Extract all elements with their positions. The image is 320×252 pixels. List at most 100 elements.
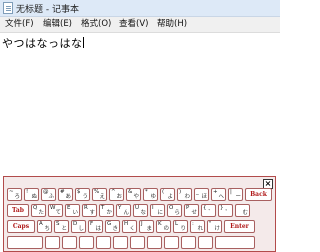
key[interactable] [79,236,94,249]
key-char: R [84,205,88,211]
key-char: K [158,221,162,227]
text-editor[interactable]: やつはなっはな [0,33,280,178]
key-char: U [135,205,140,211]
key[interactable]: " け [207,220,222,233]
key[interactable] [164,236,179,249]
key[interactable]: _ ほ [194,188,209,201]
key[interactable] [96,236,111,249]
key-char: _ [196,189,199,195]
key[interactable]: Fは [88,220,103,233]
key-kana: な [140,210,146,216]
key-char: T [101,205,105,211]
key-label: Back [250,191,267,198]
key[interactable]: Uな [133,204,148,217]
key-back[interactable]: Back [245,188,272,201]
key-caps[interactable]: Caps [7,220,35,233]
key[interactable]: Yん [116,204,131,217]
key-char: ~ [9,189,14,195]
key[interactable]: Oら [167,204,182,217]
key-kana: い [72,210,78,216]
menu-bar: 文件(F) 编辑(E) 格式(O) 查看(V) 帮助(H) [0,17,280,33]
key[interactable]: Jま [139,220,154,233]
key[interactable]: Kの [156,220,171,233]
key[interactable]: Tか [99,204,114,217]
key[interactable]: + へ [211,188,226,201]
key[interactable]: ^ お [109,188,124,201]
key-kana: く [129,226,135,232]
key-kana: あ [65,194,71,200]
key[interactable]: Hく [122,220,137,233]
key[interactable]: :れ [190,220,205,233]
key[interactable]: Gき [105,220,120,233]
key[interactable]: ! ぬ [24,188,39,201]
key[interactable] [130,236,145,249]
key-char: # [60,189,65,195]
key[interactable]: む [235,204,250,217]
key-char: I [152,205,154,211]
key[interactable]: Lり [173,220,188,233]
key[interactable]: ~ ろ [7,188,22,201]
key-tab[interactable]: Tab [7,204,29,217]
key-kana: け [214,226,220,232]
key-char: J [141,221,143,227]
key[interactable]: * ゆ [143,188,158,201]
key[interactable]: Rす [82,204,97,217]
key-kana: お [116,194,122,200]
key-kana: す [89,210,95,216]
key-char: L [175,221,179,227]
key[interactable] [45,236,60,249]
key[interactable] [181,236,196,249]
key-kana: ま [146,226,152,232]
key[interactable]: (よ [160,188,175,201]
menu-format[interactable]: 格式(O) [78,18,114,31]
key-kana: た [38,210,44,216]
key[interactable]: $ う [75,188,90,201]
menu-file[interactable]: 文件(F) [2,18,37,31]
key-label: Tab [12,207,24,214]
key-kana: て [55,210,61,216]
notepad-icon [3,2,13,14]
key[interactable]: @ ふ [41,188,56,201]
key[interactable]: {゛ [201,204,216,217]
key-char: P [186,205,190,211]
key-char: G [107,221,112,227]
key[interactable]: Sと [54,220,69,233]
key[interactable]: ) わ [177,188,192,201]
key-char: O [169,205,174,211]
menu-view[interactable]: 查看(V) [116,18,151,31]
key-char: ) [179,189,182,195]
key[interactable]: Wて [48,204,63,217]
key[interactable]: Dし [71,220,86,233]
menu-edit[interactable]: 编辑(E) [40,18,75,31]
key[interactable]: } ゜ [218,204,233,217]
key[interactable]: Pせ [184,204,199,217]
key[interactable]: Qた [31,204,46,217]
key[interactable]: Iに [150,204,165,217]
key[interactable]: # あ [58,188,73,201]
menu-help[interactable]: 帮助(H) [154,18,190,31]
key[interactable]: | ー [228,188,243,201]
key[interactable]: % え [92,188,107,201]
key[interactable] [62,236,77,249]
key-char: } [220,205,224,211]
key-kana: ほ [201,194,207,200]
key-char: Y [118,205,122,211]
key[interactable]: Aち [37,220,52,233]
key-char: F [90,221,94,227]
key[interactable] [113,236,128,249]
key[interactable]: & や [126,188,141,201]
key-char: ( [162,189,165,195]
key-shift[interactable] [215,236,255,249]
key-kana: ー [235,194,241,200]
key-enter[interactable]: Enter [224,220,255,233]
key-kana: ぬ [31,194,37,200]
key[interactable] [147,236,162,249]
key-kana: ろ [14,194,20,200]
key-kana: ん [123,210,129,216]
window-title: 无标题 - 记事本 [16,5,79,15]
key-kana: り [180,226,186,232]
key[interactable]: Eい [65,204,80,217]
key[interactable] [198,236,213,249]
key-kana: わ [184,194,190,200]
key-shift[interactable] [7,236,43,249]
